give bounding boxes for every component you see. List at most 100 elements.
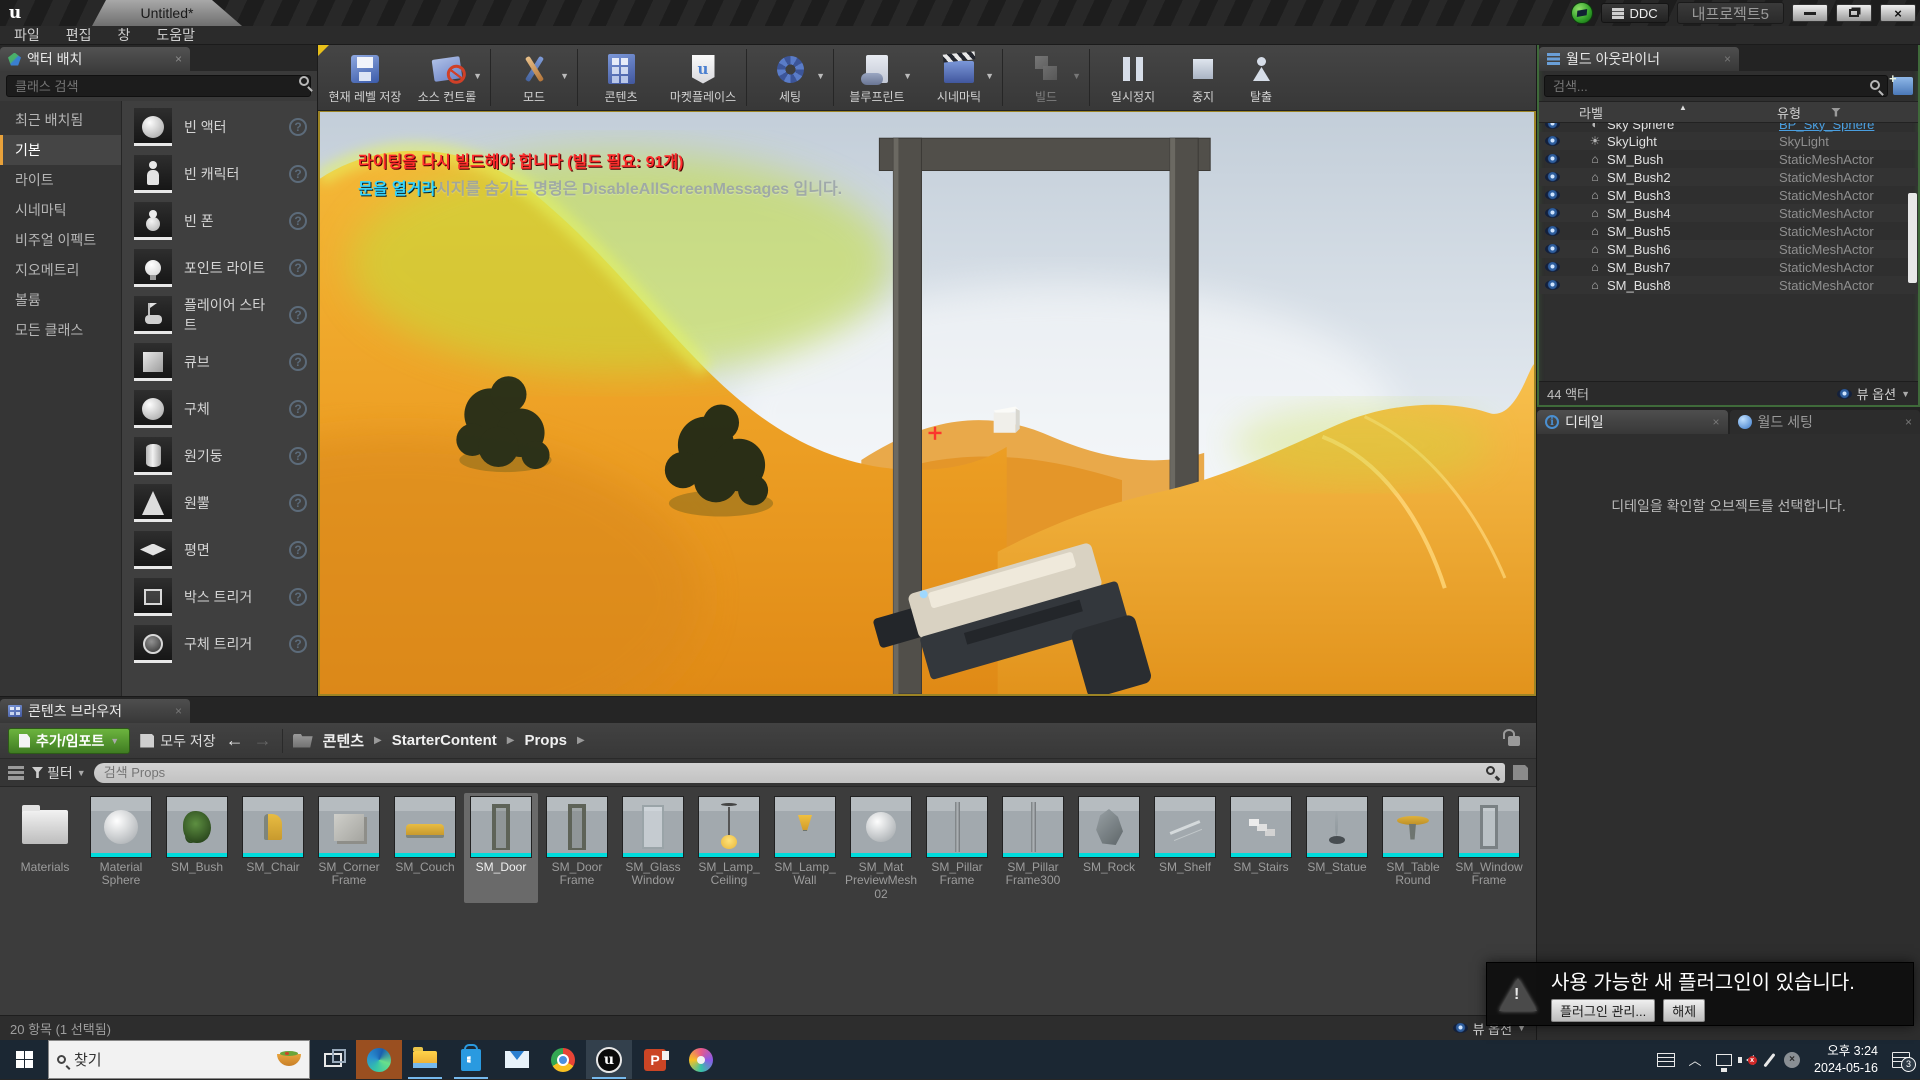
asset-tile[interactable]: SM_Chair — [236, 793, 310, 903]
content-button[interactable]: 콘텐츠 — [580, 45, 662, 110]
close-icon[interactable]: × — [175, 52, 182, 66]
forward-arrow-icon[interactable]: → — [254, 730, 272, 751]
taskbar-powerpoint[interactable]: P — [632, 1040, 678, 1079]
asset-tile[interactable]: SM_Table Round — [1376, 793, 1450, 903]
hidden-icons-chevron[interactable]: ︿ — [1689, 1050, 1702, 1069]
place-item-sphere-trigger[interactable]: 구체 트리거? — [122, 620, 317, 667]
asset-tile[interactable]: Material Sphere — [84, 793, 158, 903]
taskbar-store[interactable] — [448, 1040, 494, 1079]
network-icon[interactable] — [1716, 1054, 1732, 1066]
place-item-player-start[interactable]: 플레이어 스타트? — [122, 291, 317, 338]
asset-tile[interactable]: SM_Bush — [160, 793, 234, 903]
asset-tile[interactable]: SM_Stairs — [1224, 793, 1298, 903]
asset-tile[interactable]: SM_Corner Frame — [312, 793, 386, 903]
visibility-eye-icon[interactable] — [1545, 244, 1560, 254]
tab-world-settings[interactable]: 월드 세팅 × — [1730, 410, 1920, 434]
settings-button[interactable]: ▼세팅 — [749, 45, 831, 110]
tutorial-icon[interactable] — [1571, 2, 1593, 24]
create-folder-icon[interactable] — [1893, 77, 1913, 95]
help-icon[interactable]: ? — [289, 118, 307, 136]
help-icon[interactable]: ? — [289, 447, 307, 465]
menu-file[interactable]: 파일 — [14, 25, 40, 45]
scrollbar-thumb[interactable] — [1908, 193, 1917, 283]
asset-tile[interactable]: SM_Glass Window — [616, 793, 690, 903]
outliner-row[interactable]: ⌂ SM_Bush4 StaticMeshActor — [1539, 204, 1918, 222]
visibility-eye-icon[interactable] — [1545, 280, 1560, 290]
chevron-down-icon[interactable]: ▼ — [473, 71, 482, 81]
asset-tile[interactable]: SM_Pillar Frame300 — [996, 793, 1070, 903]
restore-button[interactable] — [1836, 4, 1872, 22]
taskbar-edge[interactable] — [356, 1040, 402, 1079]
outliner-search-input[interactable] — [1544, 75, 1888, 97]
place-item-cylinder[interactable]: 원기둥? — [122, 432, 317, 479]
taskbar-unreal[interactable]: u — [586, 1040, 632, 1079]
category-lights[interactable]: 라이트 — [0, 165, 121, 195]
visibility-eye-icon[interactable] — [1545, 154, 1560, 164]
class-search-input[interactable] — [6, 75, 311, 97]
save-level-button[interactable]: 현재 레벨 저장 — [324, 45, 406, 110]
category-recent[interactable]: 최근 배치됨 — [0, 105, 121, 135]
outliner-view-options[interactable]: 뷰 옵션 ▼ — [1837, 384, 1910, 403]
close-icon[interactable]: × — [1724, 52, 1731, 66]
outliner-row[interactable]: ⌂ SM_Bush6 StaticMeshActor — [1539, 240, 1918, 258]
asset-tile[interactable]: SM_Window Frame — [1452, 793, 1526, 903]
asset-tile[interactable]: SM_Shelf — [1148, 793, 1222, 903]
breadcrumb-content[interactable]: 콘텐츠 — [323, 730, 364, 751]
category-volumes[interactable]: 볼륨 — [0, 285, 121, 315]
asset-tile[interactable]: SM_Statue — [1300, 793, 1374, 903]
taskbar-file-explorer[interactable] — [402, 1040, 448, 1079]
taskbar-chrome[interactable] — [540, 1040, 586, 1079]
place-item-empty-actor[interactable]: 빈 액터? — [122, 103, 317, 150]
asset-tile[interactable]: SM_Lamp_ Wall — [768, 793, 842, 903]
dismiss-button[interactable]: 해제 — [1663, 999, 1705, 1022]
place-item-empty-character[interactable]: 빈 캐릭터? — [122, 150, 317, 197]
outliner-row-skylight[interactable]: ☀ SkyLight SkyLight — [1539, 132, 1918, 150]
category-cinematic[interactable]: 시네마틱 — [0, 195, 121, 225]
place-item-cone[interactable]: 원뿔? — [122, 479, 317, 526]
level-viewport[interactable]: 라이팅을 다시 빌드해야 합니다 (빌드 필요: 91개) 문을 열거라시지를 … — [318, 111, 1536, 696]
cinematics-button[interactable]: ▼시네마틱 — [918, 45, 1000, 110]
asset-tile[interactable]: SM_Door Frame — [540, 793, 614, 903]
chevron-down-icon[interactable]: ▼ — [903, 71, 912, 81]
help-icon[interactable]: ? — [289, 259, 307, 277]
asset-tile[interactable]: SM_Couch — [388, 793, 462, 903]
place-item-box-trigger[interactable]: 박스 트리거? — [122, 573, 317, 620]
blueprints-button[interactable]: ▼블루프린트 — [836, 45, 918, 110]
help-icon[interactable]: ? — [289, 635, 307, 653]
outliner-row[interactable]: ⌂ SM_Bush2 StaticMeshActor — [1539, 168, 1918, 186]
menu-help[interactable]: 도움말 — [156, 25, 195, 45]
pen-icon[interactable] — [1763, 1052, 1775, 1066]
manage-plugins-button[interactable]: 플러그인 관리... — [1551, 999, 1655, 1022]
category-basic[interactable]: 기본 — [0, 135, 121, 165]
place-item-sphere[interactable]: 구체? — [122, 385, 317, 432]
help-icon[interactable]: ? — [289, 494, 307, 512]
breadcrumb-props[interactable]: Props — [524, 732, 567, 749]
tab-world-outliner[interactable]: 월드 아웃라이너 × — [1539, 47, 1739, 71]
category-all-classes[interactable]: 모든 클래스 — [0, 315, 121, 345]
menu-edit[interactable]: 편집 — [66, 25, 92, 45]
minimize-button[interactable] — [1792, 4, 1828, 22]
source-control-button[interactable]: ▼소스 컨트롤 — [406, 45, 488, 110]
asset-tile-materials[interactable]: Materials — [8, 793, 82, 903]
visibility-eye-icon[interactable] — [1545, 226, 1560, 236]
place-item-empty-pawn[interactable]: 빈 폰? — [122, 197, 317, 244]
folder-icon[interactable] — [293, 734, 313, 748]
lock-icon[interactable] — [1508, 736, 1520, 746]
visibility-eye-icon[interactable] — [1545, 190, 1560, 200]
taskbar-search[interactable]: 찾기 — [48, 1040, 310, 1079]
action-center-icon[interactable]: 3 — [1892, 1052, 1910, 1068]
category-geometry[interactable]: 지오메트리 — [0, 255, 121, 285]
taskbar-mail[interactable] — [494, 1040, 540, 1079]
help-icon[interactable]: ? — [289, 588, 307, 606]
column-label[interactable]: 라벨 — [1539, 103, 1777, 122]
visibility-eye-icon[interactable] — [1545, 136, 1560, 146]
back-arrow-icon[interactable]: ← — [226, 730, 244, 751]
outliner-row-skysphere[interactable]: ◐ Sky Sphere BP_Sky_Sphere — [1539, 123, 1918, 132]
stop-button[interactable]: 중지 — [1174, 45, 1232, 110]
outliner-row[interactable]: ⌂ SM_Bush5 StaticMeshActor — [1539, 222, 1918, 240]
asset-tile[interactable]: SM_Lamp_ Ceiling — [692, 793, 766, 903]
menu-window[interactable]: 창 — [118, 25, 131, 45]
sort-ascending-icon[interactable]: ▲ — [1679, 103, 1687, 112]
asset-tile[interactable]: SM_Rock — [1072, 793, 1146, 903]
help-icon[interactable]: ? — [289, 353, 307, 371]
